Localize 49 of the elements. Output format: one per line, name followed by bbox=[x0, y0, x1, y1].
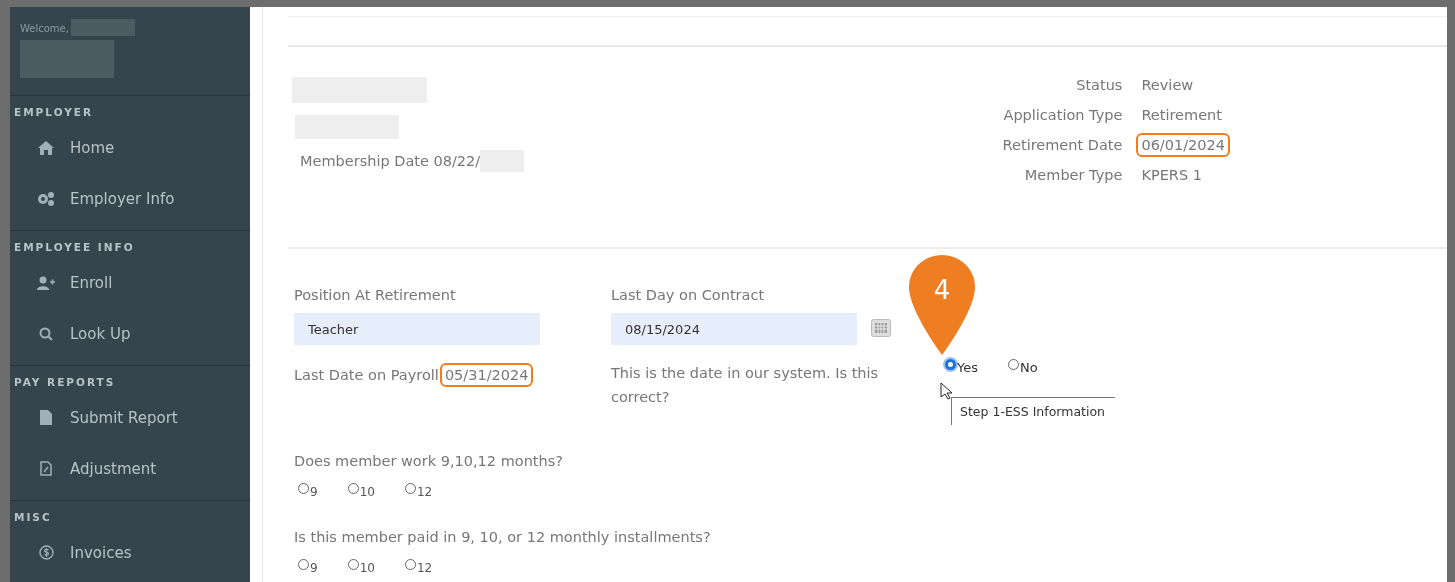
radio-option[interactable]: No bbox=[1008, 359, 1038, 375]
section-heading: EMPLOYER bbox=[13, 105, 95, 120]
nav-item[interactable]: Invoices bbox=[10, 527, 250, 578]
welcome-text: Welcome, bbox=[20, 23, 69, 34]
detail-label: Status bbox=[1075, 77, 1123, 93]
radio-option[interactable]: Yes bbox=[945, 359, 978, 375]
step-marker: 4 bbox=[909, 255, 975, 355]
confirm-question: This is the date in our system. Is this correct? bbox=[611, 364, 880, 407]
nav-item[interactable]: Submit Report bbox=[10, 392, 250, 443]
section-heading: MISC bbox=[13, 510, 53, 525]
detail-label: Member Type bbox=[1023, 167, 1123, 183]
membership-date: Membership Date 08/22/ bbox=[300, 153, 481, 169]
payroll-date: 05/31/2024 bbox=[439, 363, 534, 387]
nav-item[interactable]: Employer Info bbox=[10, 173, 250, 224]
radio-option[interactable]: 9 bbox=[298, 559, 318, 575]
file-edit-icon bbox=[40, 461, 52, 476]
section-heading: PAY REPORTS bbox=[13, 375, 117, 390]
nav-item[interactable]: Look Up bbox=[10, 308, 250, 359]
search-icon bbox=[39, 326, 53, 341]
detail-value: KPERS 1 bbox=[1140, 166, 1203, 185]
gears-icon bbox=[37, 191, 55, 206]
date-field[interactable]: 08/15/2024 bbox=[611, 313, 857, 345]
detail-label: Application Type bbox=[1002, 107, 1123, 123]
radio-option[interactable]: 10 bbox=[347, 559, 375, 575]
detail-value: Retirement bbox=[1140, 106, 1223, 125]
field-label: Position At Retirement bbox=[294, 287, 457, 303]
user-plus-icon bbox=[37, 275, 55, 290]
section-heading: EMPLOYEE INFO bbox=[13, 240, 136, 255]
dollar-icon bbox=[38, 545, 54, 560]
detail-value: Review bbox=[1140, 76, 1195, 95]
home-icon bbox=[38, 140, 54, 155]
detail-label: Retirement Date bbox=[1002, 137, 1123, 153]
radio-option[interactable]: 12 bbox=[404, 559, 433, 575]
nav-item[interactable]: Home bbox=[10, 122, 250, 173]
nav-item[interactable]: Adjustment bbox=[10, 443, 250, 494]
cursor-icon bbox=[940, 382, 952, 400]
nav-item[interactable]: Enroll bbox=[10, 257, 250, 308]
file-icon bbox=[40, 410, 52, 425]
question-text: Does member work 9,10,12 months? bbox=[294, 453, 563, 469]
field-label: Last Date on Payroll bbox=[294, 367, 439, 383]
position-field[interactable]: Teacher bbox=[294, 313, 540, 345]
tooltip: Step 1-ESS Information bbox=[951, 397, 1115, 425]
radio-option[interactable]: 9 bbox=[298, 483, 318, 499]
radio-option[interactable]: 12 bbox=[404, 483, 433, 499]
detail-value: 06/01/2024 bbox=[1136, 133, 1230, 157]
calendar-icon[interactable] bbox=[871, 319, 891, 337]
question-text: Is this member paid in 9, 10, or 12 monthly installments? bbox=[294, 529, 711, 545]
field-label: Last Day on Contract bbox=[611, 287, 766, 303]
radio-option[interactable]: 10 bbox=[347, 483, 375, 499]
